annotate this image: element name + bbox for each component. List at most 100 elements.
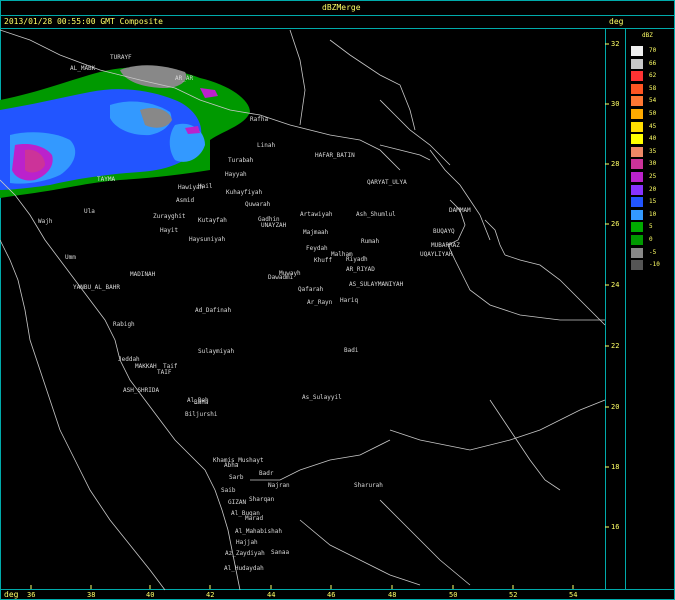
x-axis-unit: deg <box>4 590 19 599</box>
place-label: Baha <box>194 399 209 406</box>
place-label: TAYMA <box>97 176 116 183</box>
legend-swatch <box>631 109 643 119</box>
legend-label: -5 <box>649 248 657 256</box>
place-label: Al_Mahabishah <box>235 528 282 535</box>
place-label: TURAYF <box>110 54 132 61</box>
legend-swatch <box>631 121 643 132</box>
place-label: AL_MABK <box>70 65 96 72</box>
place-label: Rumah <box>361 238 380 245</box>
place-label: YANBU_AL_BAHR <box>73 284 120 291</box>
place-label: MADINAH <box>130 271 156 278</box>
map-title: dBZMerge <box>322 3 361 12</box>
x-tick-label: 42 <box>206 591 215 599</box>
place-label: AR_RIYAD <box>346 266 375 273</box>
place-label: Biljurshi <box>185 411 218 418</box>
legend-swatch <box>631 260 643 271</box>
place-label: Saib <box>221 487 236 494</box>
place-label: UNAYZAH <box>261 222 287 229</box>
y-tick-label: 20 <box>611 403 620 411</box>
legend-label: 15 <box>649 198 657 206</box>
place-label: Hayyah <box>225 171 247 178</box>
x-tick-label: 48 <box>388 591 397 599</box>
place-label: Haysuniyah <box>189 236 226 243</box>
legend-label: 62 <box>649 72 657 80</box>
place-label: Badi <box>344 347 359 354</box>
place-label: Ash_Shumlul <box>356 211 396 218</box>
place-label: MAKKAH <box>135 363 157 370</box>
place-label: Qafarah <box>298 286 324 293</box>
place-label: Sharqan <box>249 496 275 503</box>
legend-label: 66 <box>649 59 657 67</box>
legend-swatch <box>631 159 643 170</box>
place-label: Az_Zaydiyah <box>225 550 265 557</box>
y-tick-label: 16 <box>611 523 620 531</box>
place-label: Dawadmi <box>268 274 294 281</box>
place-label: BUQAYQ <box>433 228 455 235</box>
legend-swatch <box>631 46 643 56</box>
legend-label: 10 <box>649 210 657 218</box>
legend-label: 20 <box>649 185 657 193</box>
place-label: Hayit <box>160 227 179 234</box>
legend-swatch <box>631 172 643 182</box>
x-tick-label: 40 <box>146 591 155 599</box>
x-tick-label: 46 <box>327 591 336 599</box>
place-label: Ad_Dafinah <box>195 307 232 314</box>
y-tick-label: 28 <box>611 160 620 168</box>
place-label: Kutayfah <box>198 217 227 224</box>
legend-swatch <box>631 134 643 145</box>
place-label: Hail <box>198 183 213 190</box>
legend-swatch <box>631 247 643 258</box>
legend-label: 0 <box>649 236 653 243</box>
place-label: ASH_SHRIDA <box>123 387 160 394</box>
legend-swatch <box>631 222 643 233</box>
y-tick-label: 18 <box>611 463 620 471</box>
legend-unit: dBZ <box>642 32 653 39</box>
place-label: MUBARRAZ <box>431 242 460 249</box>
x-tick-label: 44 <box>267 591 276 599</box>
place-label: UQAYLIYAH <box>420 251 453 258</box>
place-label: Rabigh <box>113 321 135 328</box>
place-label: Abha <box>224 462 239 469</box>
legend-swatch <box>631 71 643 82</box>
place-label: Ar_Rayn <box>307 299 333 306</box>
legend-label: 35 <box>649 147 657 155</box>
place-label: Sulaymiyah <box>198 348 235 355</box>
radar-echoes <box>0 65 250 198</box>
legend-label: 30 <box>649 160 657 168</box>
place-label: Hajjah <box>236 539 258 546</box>
legend-label: 50 <box>649 110 657 117</box>
place-label: Linah <box>257 142 276 149</box>
legend-label: 45 <box>649 122 657 130</box>
legend-label: 54 <box>649 97 657 105</box>
place-label: Ula <box>84 208 95 215</box>
legend-swatch <box>631 184 643 195</box>
radar-map <box>0 0 675 600</box>
y-axis-unit: deg <box>609 17 624 26</box>
legend-swatch <box>631 235 643 245</box>
legend-label: 25 <box>649 173 657 180</box>
place-label: GIZAN <box>228 499 247 506</box>
legend-label: 5 <box>649 223 653 231</box>
place-label: Sarb <box>229 474 244 481</box>
place-label: TAIF <box>157 369 172 376</box>
place-label: QARYAT_ULYA <box>367 179 407 186</box>
place-label: Khuff <box>314 257 333 264</box>
y-tick-label: 26 <box>611 220 620 228</box>
place-label: Kuhayfiyah <box>226 189 263 196</box>
place-label: Feydah <box>306 245 328 252</box>
x-tick-label: 54 <box>569 591 578 599</box>
y-tick-label: 22 <box>611 342 620 350</box>
legend-label: -10 <box>649 261 660 269</box>
legend-swatch <box>631 209 643 220</box>
y-tick-label: 32 <box>611 40 620 48</box>
place-label: DAMMAM <box>449 207 471 214</box>
legend-label: 70 <box>649 47 657 54</box>
place-label: Riyadh <box>346 256 368 263</box>
legend-label: 58 <box>649 84 657 92</box>
place-label: Rafha <box>250 116 269 123</box>
place-label: Quwarah <box>245 201 271 208</box>
legend-swatch <box>631 83 643 94</box>
place-label: Majmaah <box>303 229 329 236</box>
x-tick-label: 36 <box>27 591 36 599</box>
place-label: AR_AR <box>175 75 194 82</box>
